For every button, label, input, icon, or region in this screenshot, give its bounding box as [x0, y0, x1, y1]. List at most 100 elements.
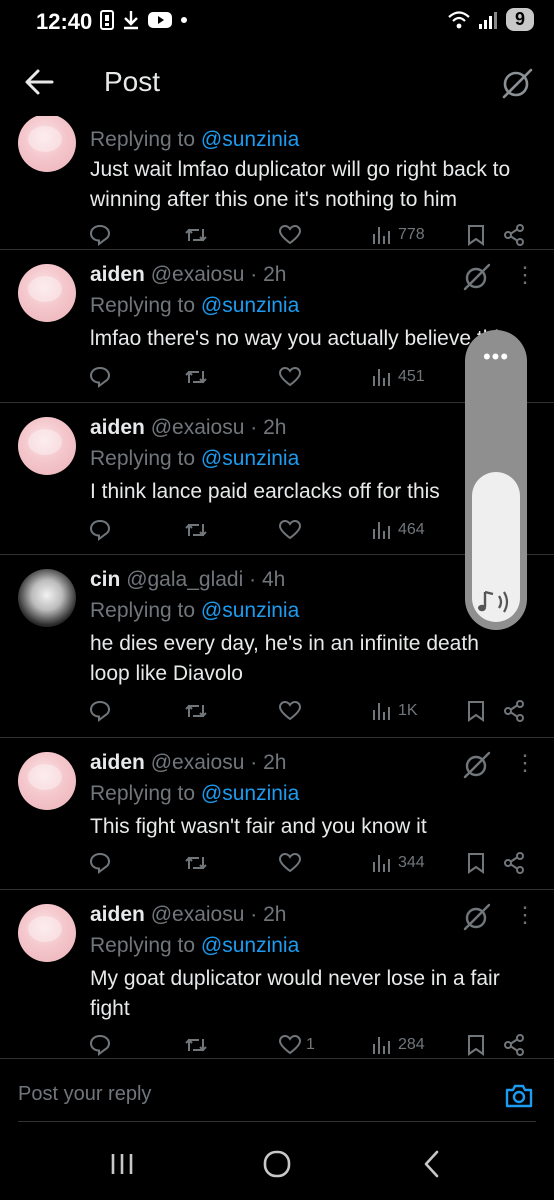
views-button[interactable]: 344: [370, 848, 425, 878]
home-icon[interactable]: [257, 1148, 297, 1180]
reply-input[interactable]: Post your reply: [18, 1083, 151, 1106]
share-button[interactable]: [502, 696, 526, 726]
reply-button[interactable]: [88, 220, 112, 250]
avatar[interactable]: [18, 116, 76, 172]
post-author: aiden @exaiosu · 2h: [90, 416, 287, 439]
repost-icon: [185, 370, 207, 384]
bookmark-icon: [468, 701, 484, 722]
mention-link[interactable]: @sunzinia: [201, 599, 299, 622]
more-options-icon[interactable]: ⋮: [514, 752, 536, 780]
avatar[interactable]: [18, 417, 76, 475]
post-time: 2h: [263, 263, 287, 286]
back-arrow-icon[interactable]: [22, 64, 58, 100]
mention-link[interactable]: @sunzinia: [201, 294, 299, 317]
repost-button[interactable]: [184, 1030, 208, 1056]
author-name[interactable]: cin: [90, 568, 120, 591]
author-handle: @exaiosu: [150, 903, 245, 926]
post-time: 2h: [263, 903, 287, 926]
reply-post[interactable]: aiden @exaiosu · 2h ⋮ Replying to @sunzi…: [0, 738, 554, 890]
views-button[interactable]: 778: [370, 220, 425, 250]
replying-to: Replying to @sunzinia: [90, 447, 300, 470]
views-button[interactable]: 464: [370, 515, 425, 545]
reply-button[interactable]: [88, 1030, 112, 1056]
bookmark-button[interactable]: [464, 696, 488, 726]
views-icon: [373, 522, 390, 539]
reply-button[interactable]: [88, 696, 112, 726]
grok-icon[interactable]: [462, 750, 492, 780]
author-name[interactable]: aiden: [90, 751, 145, 774]
repost-button[interactable]: [184, 362, 208, 392]
reply-button[interactable]: [88, 515, 112, 545]
reply-icon: [89, 852, 111, 874]
bookmark-button[interactable]: [464, 1030, 488, 1056]
avatar[interactable]: [18, 904, 76, 962]
like-button[interactable]: [278, 848, 306, 878]
repost-button[interactable]: [184, 515, 208, 545]
views-count: 1K: [398, 702, 418, 719]
heart-icon: [278, 700, 302, 721]
share-button[interactable]: [502, 1030, 526, 1056]
like-button[interactable]: [278, 220, 306, 250]
author-name[interactable]: aiden: [90, 263, 145, 286]
like-button[interactable]: [278, 515, 306, 545]
mention-link[interactable]: @sunzinia: [201, 128, 299, 151]
mention-link[interactable]: @sunzinia: [201, 934, 299, 957]
avatar[interactable]: [18, 264, 76, 322]
reply-button[interactable]: [88, 848, 112, 878]
grok-icon[interactable]: [462, 262, 492, 292]
author-name[interactable]: aiden: [90, 416, 145, 439]
views-button[interactable]: 1K: [370, 696, 418, 726]
media-volume-icon[interactable]: [477, 588, 515, 616]
views-count: 284: [398, 1036, 425, 1053]
repost-button[interactable]: [184, 220, 208, 250]
camera-icon[interactable]: [504, 1081, 534, 1111]
more-options-icon[interactable]: ⋮: [514, 264, 536, 292]
author-handle: @exaiosu: [150, 416, 245, 439]
repost-icon: [185, 228, 207, 242]
post-text: Just wait lmfao duplicator will go right…: [90, 158, 511, 211]
status-time: 12:40: [36, 9, 93, 34]
views-button[interactable]: 284: [370, 1030, 425, 1056]
like-button[interactable]: 1: [278, 1030, 315, 1056]
repost-icon: [185, 1038, 207, 1052]
more-dots-icon[interactable]: •••: [465, 344, 527, 370]
grok-icon[interactable]: [462, 902, 492, 932]
views-button[interactable]: 451: [370, 362, 425, 392]
repost-button[interactable]: [184, 848, 208, 878]
share-button[interactable]: [502, 220, 526, 250]
avatar[interactable]: [18, 569, 76, 627]
repost-button[interactable]: [184, 696, 208, 726]
mention-link[interactable]: @sunzinia: [201, 447, 299, 470]
share-button[interactable]: [502, 848, 526, 878]
reply-icon: [89, 700, 111, 722]
post-time: 4h: [261, 568, 286, 591]
recent-apps-icon[interactable]: [102, 1148, 142, 1180]
avatar[interactable]: [18, 752, 76, 810]
post-text: My goat duplicator would never lose in a…: [90, 967, 500, 1020]
reply-icon: [89, 224, 111, 246]
back-icon[interactable]: [412, 1148, 452, 1180]
reply-post[interactable]: aiden @exaiosu · 2h ⋮ Replying to @sunzi…: [0, 890, 554, 1056]
grok-icon[interactable]: [500, 66, 534, 100]
reply-button[interactable]: [88, 362, 112, 392]
bookmark-icon: [468, 225, 484, 246]
reply-post[interactable]: Replying to @sunzinia Just wait lmfao du…: [0, 116, 554, 250]
views-icon: [373, 369, 390, 386]
post-author: aiden @exaiosu · 2h: [90, 751, 287, 774]
top-app-bar: Post: [0, 48, 554, 116]
author-name[interactable]: aiden: [90, 903, 145, 926]
status-bar: 12:40 9: [0, 0, 554, 46]
reply-icon: [89, 1034, 111, 1056]
author-handle: @exaiosu: [150, 263, 245, 286]
mention-link[interactable]: @sunzinia: [201, 782, 299, 805]
dot-icon: [181, 17, 187, 23]
like-button[interactable]: [278, 362, 306, 392]
bookmark-button[interactable]: [464, 220, 488, 250]
more-options-icon[interactable]: ⋮: [514, 904, 536, 932]
like-button[interactable]: [278, 696, 306, 726]
post-author: cin @gala_gladi · 4h: [90, 568, 286, 591]
reply-icon: [89, 366, 111, 388]
replying-to: Replying to @sunzinia: [90, 782, 300, 805]
volume-slider[interactable]: •••: [465, 330, 527, 630]
bookmark-button[interactable]: [464, 848, 488, 878]
